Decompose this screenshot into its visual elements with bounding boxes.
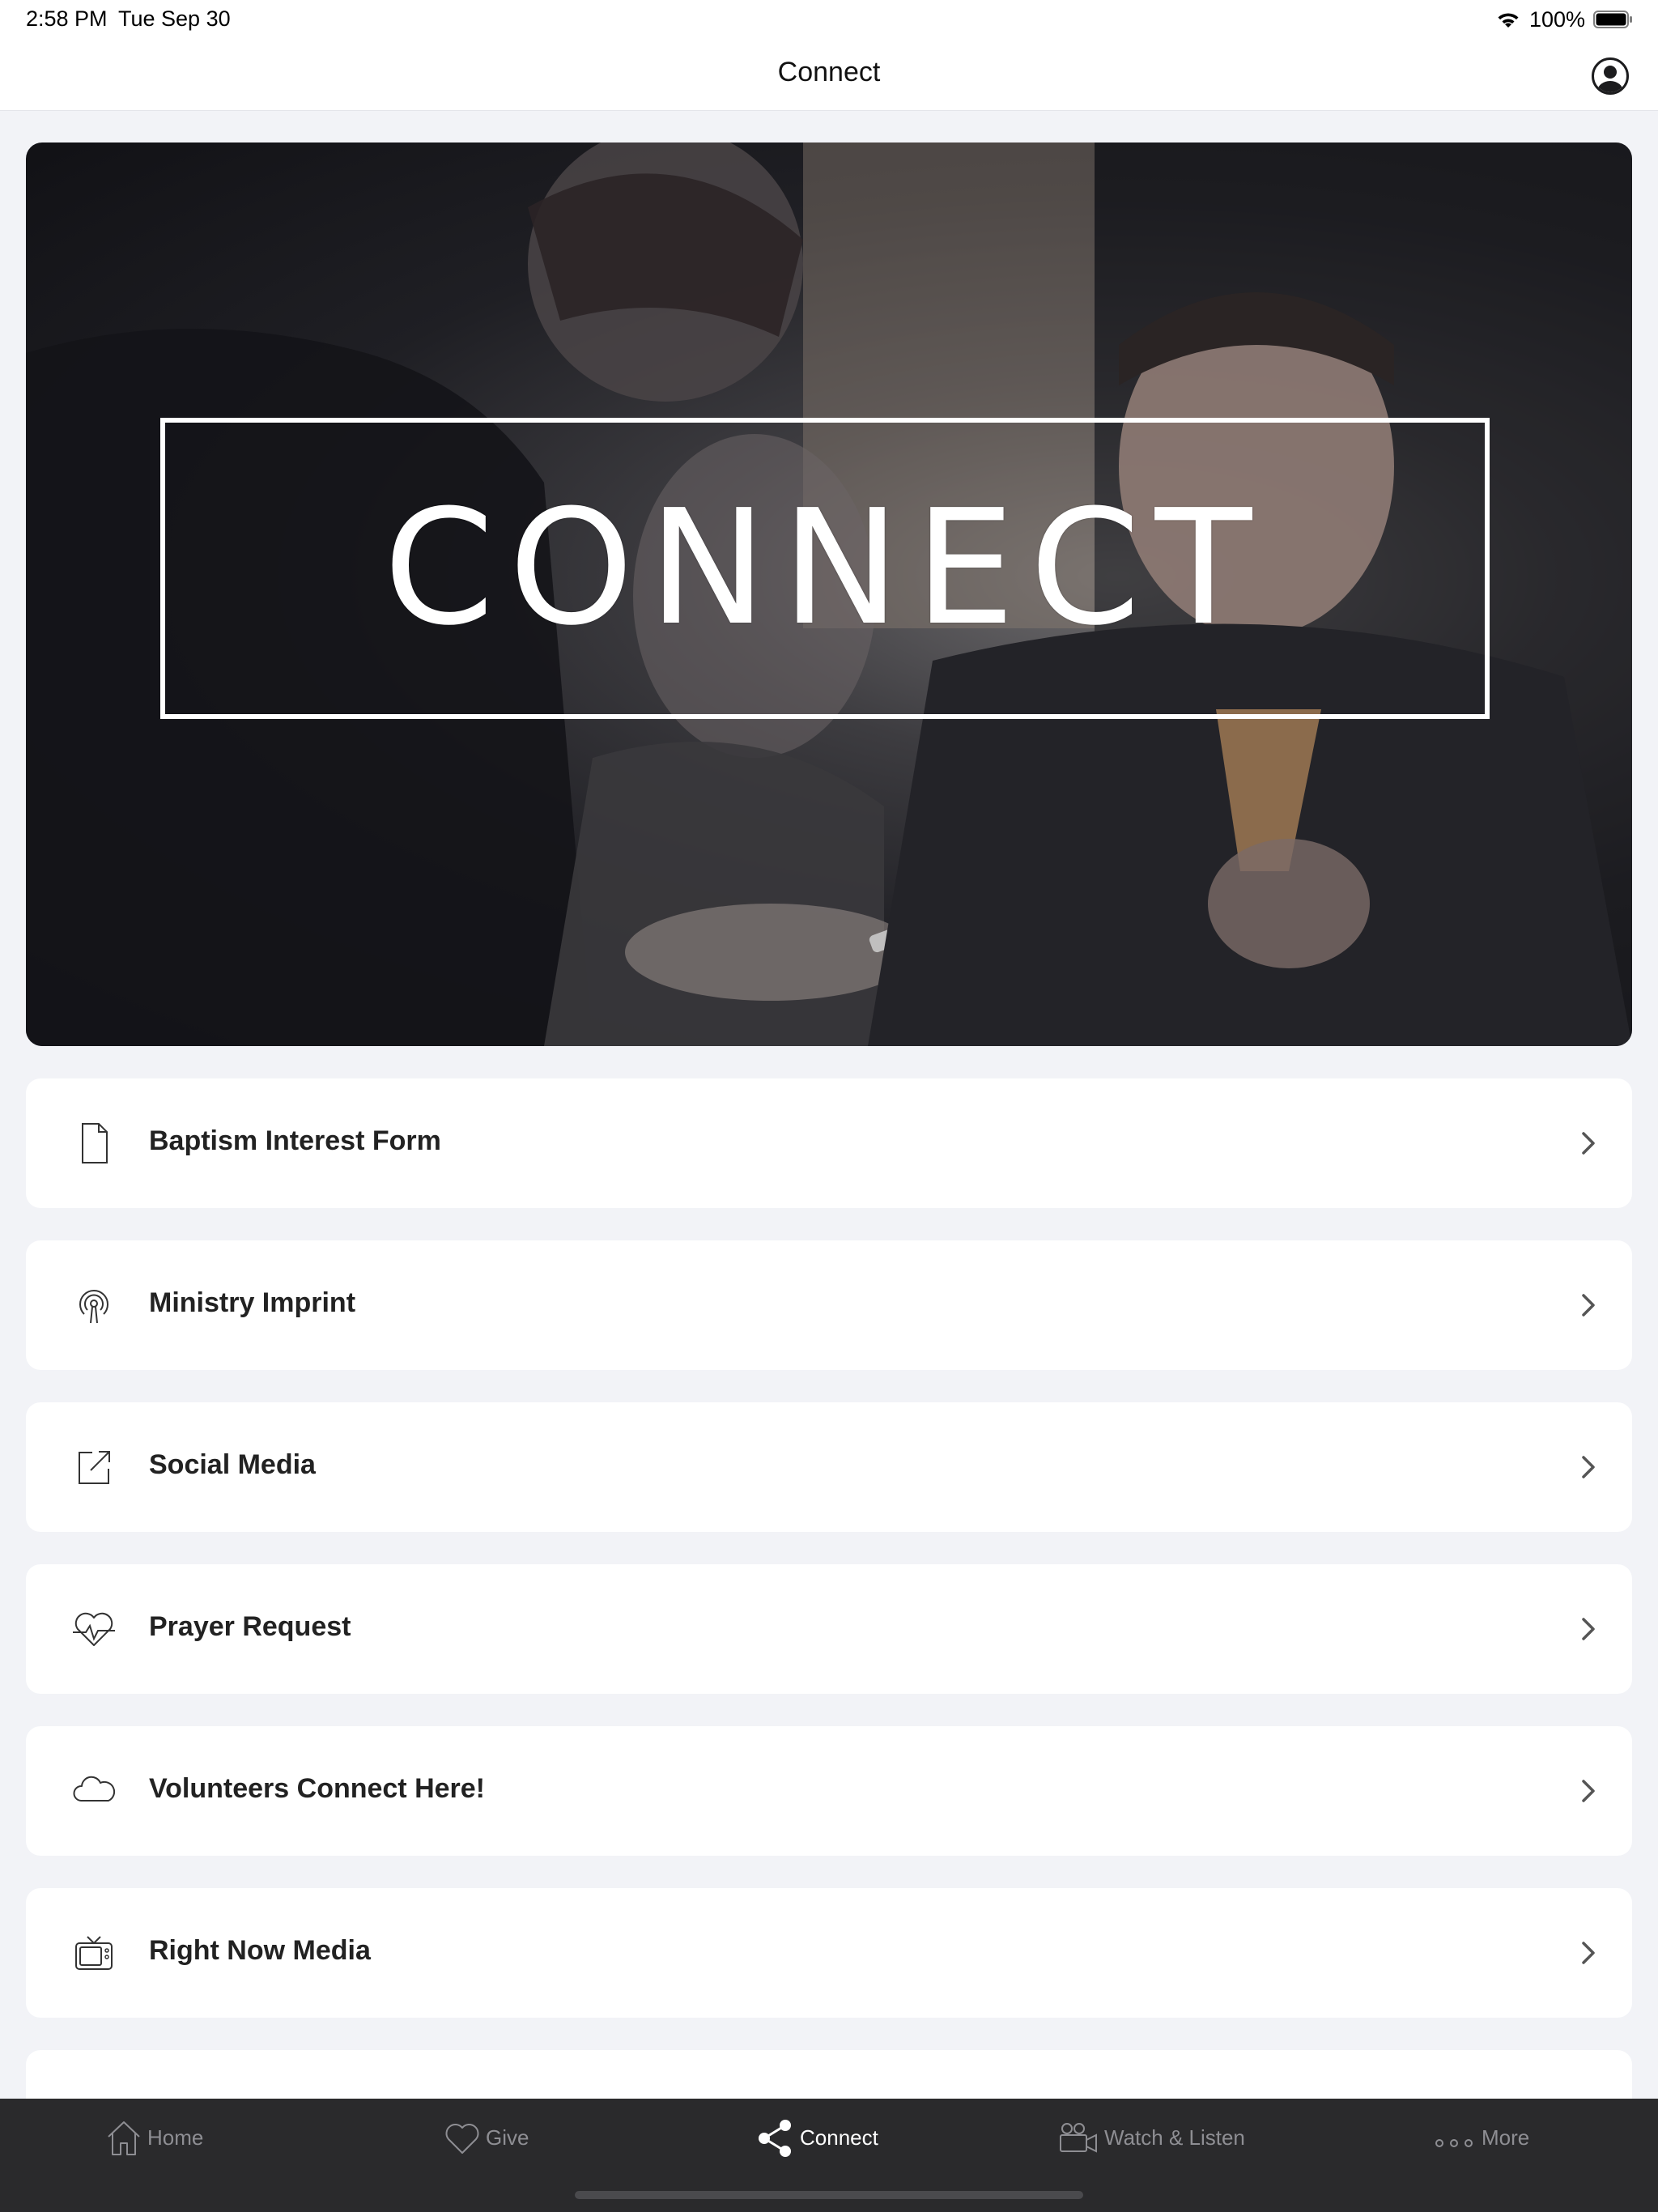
home-icon bbox=[108, 2121, 140, 2155]
tab-connect[interactable]: Connect bbox=[755, 2113, 878, 2162]
battery-percent: 100% bbox=[1528, 6, 1585, 32]
tab-label: Home bbox=[147, 2125, 204, 2150]
page-title: Connect bbox=[777, 57, 881, 87]
tab-label: Give bbox=[486, 2125, 529, 2150]
chevron-right-icon bbox=[1582, 1456, 1595, 1478]
status-time: 2:58 PM bbox=[26, 6, 108, 31]
menu-item-label: Ministry Imprint bbox=[149, 1287, 356, 1318]
chevron-right-icon bbox=[1582, 1294, 1595, 1317]
menu-item-ministry-imprint[interactable]: Ministry Imprint bbox=[26, 1240, 1632, 1370]
chevron-right-icon bbox=[1582, 1942, 1595, 1964]
tab-give[interactable]: Give bbox=[442, 2113, 529, 2162]
menu-item-label: Prayer Request bbox=[149, 1611, 351, 1642]
tab-label: Watch & Listen bbox=[1104, 2125, 1245, 2150]
broadcast-icon bbox=[79, 1289, 108, 1324]
status-bar: 2:58 PM Tue Sep 30 100% bbox=[0, 0, 1658, 39]
menu-item-label: Baptism Interest Form bbox=[149, 1125, 441, 1156]
chevron-right-icon bbox=[1582, 1132, 1595, 1155]
battery-icon bbox=[1593, 11, 1632, 28]
external-link-icon bbox=[79, 1451, 110, 1484]
hero-title: CONNECT bbox=[383, 476, 1267, 661]
menu-item-label: Social Media bbox=[149, 1449, 316, 1480]
tab-home[interactable]: Home bbox=[104, 2113, 203, 2162]
chevron-right-icon bbox=[1582, 1780, 1595, 1802]
tab-watch-listen[interactable]: Watch & Listen bbox=[1057, 2113, 1245, 2162]
share-icon bbox=[759, 2120, 791, 2157]
menu-item-prayer-request[interactable]: Prayer Request bbox=[26, 1564, 1632, 1694]
heart-pulse-icon bbox=[73, 1612, 115, 1646]
tv-icon bbox=[75, 1936, 113, 1970]
tab-label: More bbox=[1482, 2125, 1530, 2150]
menu-item-baptism-interest-form[interactable]: Baptism Interest Form bbox=[26, 1078, 1632, 1208]
menu-item-volunteers-connect[interactable]: Volunteers Connect Here! bbox=[26, 1726, 1632, 1856]
menu-item-right-now-media[interactable]: Right Now Media bbox=[26, 1888, 1632, 2018]
cloud-icon bbox=[73, 1776, 116, 1802]
tab-label: Connect bbox=[800, 2125, 878, 2150]
more-dots-icon bbox=[1435, 2139, 1473, 2147]
chevron-right-icon bbox=[1582, 1618, 1595, 1640]
wifi-icon bbox=[1498, 13, 1519, 28]
video-camera-icon bbox=[1060, 2123, 1097, 2153]
document-icon bbox=[82, 1123, 108, 1163]
tab-more[interactable]: More bbox=[1433, 2113, 1529, 2162]
navigation-bar: Connect bbox=[0, 39, 1658, 111]
menu-item-label: Volunteers Connect Here! bbox=[149, 1773, 486, 1804]
profile-icon[interactable] bbox=[1592, 57, 1629, 95]
home-indicator bbox=[575, 2191, 1083, 2199]
menu-item-label: Right Now Media bbox=[149, 1935, 371, 1966]
hero-banner: CONNECT bbox=[26, 143, 1632, 1046]
heart-icon bbox=[445, 2124, 479, 2154]
menu-item-social-media[interactable]: Social Media bbox=[26, 1402, 1632, 1532]
status-indicators: 100% bbox=[1495, 5, 1632, 34]
status-date: Tue Sep 30 bbox=[118, 6, 231, 31]
